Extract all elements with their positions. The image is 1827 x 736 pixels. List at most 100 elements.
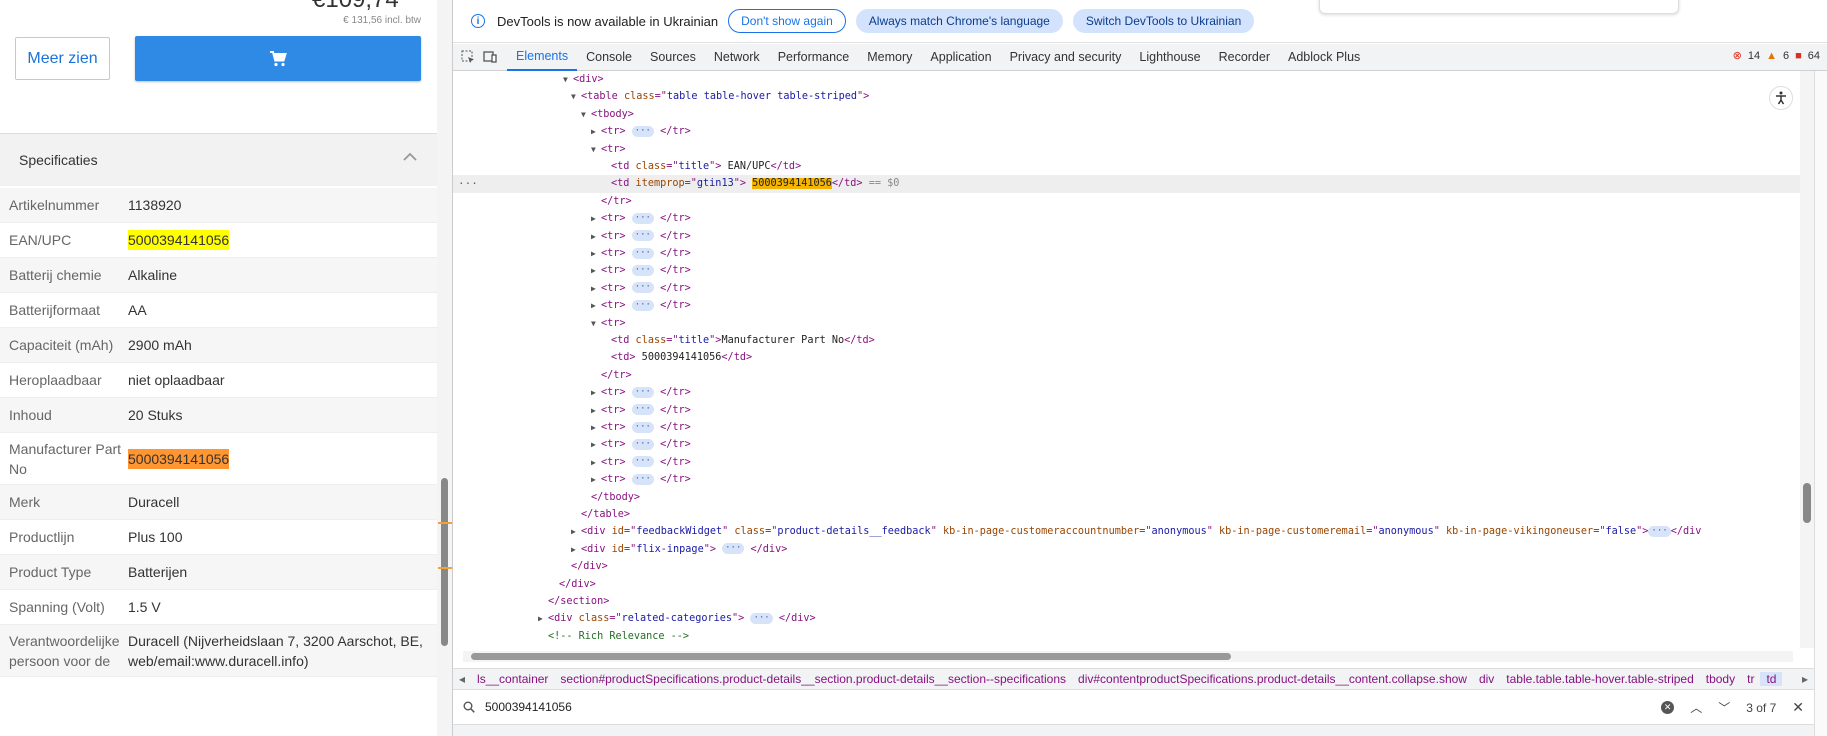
more-button[interactable]: Meer zien <box>15 37 110 80</box>
breadcrumb-item[interactable]: ls__container <box>471 672 554 686</box>
spec-row: Capaciteit (mAh) 2900 mAh <box>0 328 437 363</box>
tree-node[interactable]: ▶ <tr> ··· </tr> <box>453 454 1800 471</box>
tab-memory[interactable]: Memory <box>858 44 921 71</box>
tree-node[interactable]: ▼ <tbody> <box>453 106 1800 123</box>
breadcrumb-item[interactable]: tbody <box>1700 672 1741 686</box>
console-counts[interactable]: ⊗ 14 ▲ 6 ■ 64 <box>1733 49 1820 63</box>
spec-value: 5000394141056 <box>128 223 437 257</box>
spec-key: Product Type <box>9 564 92 580</box>
tree-node[interactable]: ▶<div class="product-details__page-slot"… <box>453 645 1800 648</box>
tree-node[interactable]: </tr> <box>453 367 1800 384</box>
tree-node[interactable]: <!-- Rich Relevance --> <box>453 628 1800 645</box>
warning-icon: ▲ <box>1766 49 1777 62</box>
vertical-scrollbar[interactable] <box>1800 71 1814 648</box>
spec-key: Merk <box>9 494 41 510</box>
tab-console[interactable]: Console <box>577 44 641 71</box>
tree-node[interactable]: </table> <box>453 506 1800 523</box>
device-toolbar-icon[interactable] <box>483 50 497 64</box>
spec-value-text: 2900 mAh <box>128 337 192 353</box>
tree-node[interactable]: ▶ <tr> ··· </tr> <box>453 228 1800 245</box>
more-options-icon[interactable]: ··· <box>458 175 478 192</box>
tree-node[interactable]: ▶ <tr> ··· </tr> <box>453 419 1800 436</box>
tree-node[interactable]: ▶ <tr> ··· </tr> <box>453 262 1800 279</box>
spec-value-text: 20 Stuks <box>128 407 183 423</box>
tree-node[interactable]: ▼ <tr> <box>453 141 1800 158</box>
close-search-icon[interactable]: ✕ <box>1792 699 1804 716</box>
accessibility-tree-button[interactable] <box>1769 86 1793 110</box>
spec-row: Productlijn Plus 100 <box>0 520 437 555</box>
tree-node[interactable]: ▶ <div id="feedbackWidget" class="product… <box>453 523 1800 540</box>
tree-node[interactable]: ▶ <tr> ··· </tr> <box>453 123 1800 140</box>
tree-node[interactable]: </section> <box>453 593 1800 610</box>
switch-language-button[interactable]: Switch DevTools to Ukrainian <box>1072 9 1255 33</box>
spec-value: 20 Stuks <box>128 398 437 432</box>
spec-value-text: 5000394141056 <box>128 230 230 250</box>
always-match-language-button[interactable]: Always match Chrome's language <box>855 9 1063 33</box>
page-scrollbar[interactable] <box>437 0 452 736</box>
breadcrumb-item[interactable]: section#productSpecifications.product-de… <box>554 672 1072 686</box>
tab-recorder[interactable]: Recorder <box>1210 44 1279 71</box>
tab-elements[interactable]: Elements <box>507 44 578 71</box>
spec-value-text: Batterijen <box>128 564 188 580</box>
tree-node[interactable]: ▶ <tr> ··· </tr> <box>453 436 1800 453</box>
search-result-count: 3 of 7 <box>1746 700 1777 715</box>
tree-node[interactable]: ▶ <tr> ··· </tr> <box>453 210 1800 227</box>
dont-show-again-button[interactable]: Don't show again <box>728 9 846 33</box>
spec-value-text: 1.5 V <box>128 599 161 615</box>
tab-lighthouse[interactable]: Lighthouse <box>1130 44 1209 71</box>
tab-performance[interactable]: Performance <box>769 44 859 71</box>
breadcrumb-left-arrow-icon[interactable]: ◂ <box>453 672 471 686</box>
add-to-cart-button[interactable] <box>135 36 421 81</box>
inspect-element-icon[interactable] <box>461 50 475 64</box>
tree-node[interactable]: </tbody> <box>453 489 1800 506</box>
previous-match-icon[interactable]: ︿ <box>1690 699 1702 716</box>
horizontal-scrollbar-thumb[interactable] <box>471 653 1231 660</box>
tree-node[interactable]: ▶ <tr> ··· </tr> <box>453 384 1800 401</box>
specifications-header[interactable]: Specificaties <box>0 133 437 186</box>
devtools-panel: i DevTools is now available in Ukrainian… <box>452 0 1827 736</box>
breadcrumb-item[interactable]: div#contentproductSpecifications.product… <box>1072 672 1473 686</box>
tree-node[interactable]: ▼ <tr> <box>453 315 1800 332</box>
tree-node-selected[interactable]: ··· <td itemprop="gtin13"> 5000394141056<… <box>453 175 1800 193</box>
tree-node[interactable]: ▶ <tr> ··· </tr> <box>453 245 1800 262</box>
breadcrumb-item[interactable]: tr <box>1741 672 1760 686</box>
elements-tree[interactable]: ▼ <div> ▼ <table class="table table-hover … <box>453 71 1800 648</box>
spec-value: 1.5 V <box>128 590 437 624</box>
search-match-marker <box>438 567 452 569</box>
search-input[interactable]: 5000394141056 <box>485 700 572 714</box>
tree-node[interactable]: </div> <box>453 576 1800 593</box>
horizontal-scrollbar[interactable] <box>463 651 1793 662</box>
tree-node[interactable]: <td class="title"> EAN/UPC</td> <box>453 158 1800 175</box>
tab-sources[interactable]: Sources <box>641 44 705 71</box>
clear-search-icon[interactable]: ✕ <box>1661 701 1675 714</box>
infobar-text: DevTools is now available in Ukrainian <box>497 13 719 29</box>
next-match-icon[interactable]: ﹀ <box>1718 699 1730 716</box>
tab-network[interactable]: Network <box>705 44 769 71</box>
tab-application[interactable]: Application <box>921 44 1000 71</box>
breadcrumb-item[interactable]: div <box>1473 672 1500 686</box>
breadcrumb-item[interactable]: table.table.table-hover.table-striped <box>1500 672 1699 686</box>
tree-node[interactable]: ▼ <table class="table table-hover table-s… <box>453 88 1800 105</box>
breadcrumb-right-arrow-icon[interactable]: ▸ <box>1796 672 1814 686</box>
spec-row: Merk Duracell <box>0 485 437 520</box>
tree-node[interactable]: ▼ <div> <box>453 71 1800 88</box>
tree-node[interactable]: </tr> <box>453 193 1800 210</box>
info-icon: i <box>471 14 485 28</box>
tree-node[interactable]: ▶ <tr> ··· </tr> <box>453 402 1800 419</box>
dom-breadcrumb: ◂ ls__container section#productSpecificat… <box>453 668 1814 690</box>
tree-node[interactable]: ▶ <tr> ··· </tr> <box>453 297 1800 314</box>
breadcrumb-item[interactable]: td <box>1760 672 1783 686</box>
vertical-scrollbar-thumb[interactable] <box>1803 483 1811 523</box>
tree-node[interactable]: ▶ <div id="flix-inpage"> ··· </div> <box>453 541 1800 558</box>
tree-node[interactable]: <td> 5000394141056</td> <box>453 349 1800 366</box>
tab-privacy-and-security[interactable]: Privacy and security <box>1001 44 1131 71</box>
spec-value: Batterijen <box>128 555 437 589</box>
tree-node[interactable]: ▶ <div class="related-categories"> ··· </… <box>453 610 1800 627</box>
spec-row: Heroplaadbaar niet oplaadbaar <box>0 363 437 398</box>
page-scrollbar-thumb[interactable] <box>441 478 448 646</box>
tree-node[interactable]: ▶ <tr> ··· </tr> <box>453 471 1800 488</box>
tree-node[interactable]: ▶ <tr> ··· </tr> <box>453 280 1800 297</box>
tab-adblock-plus[interactable]: Adblock Plus <box>1279 44 1369 71</box>
tree-node[interactable]: </div> <box>453 558 1800 575</box>
tree-node[interactable]: <td class="title">Manufacturer Part No</… <box>453 332 1800 349</box>
